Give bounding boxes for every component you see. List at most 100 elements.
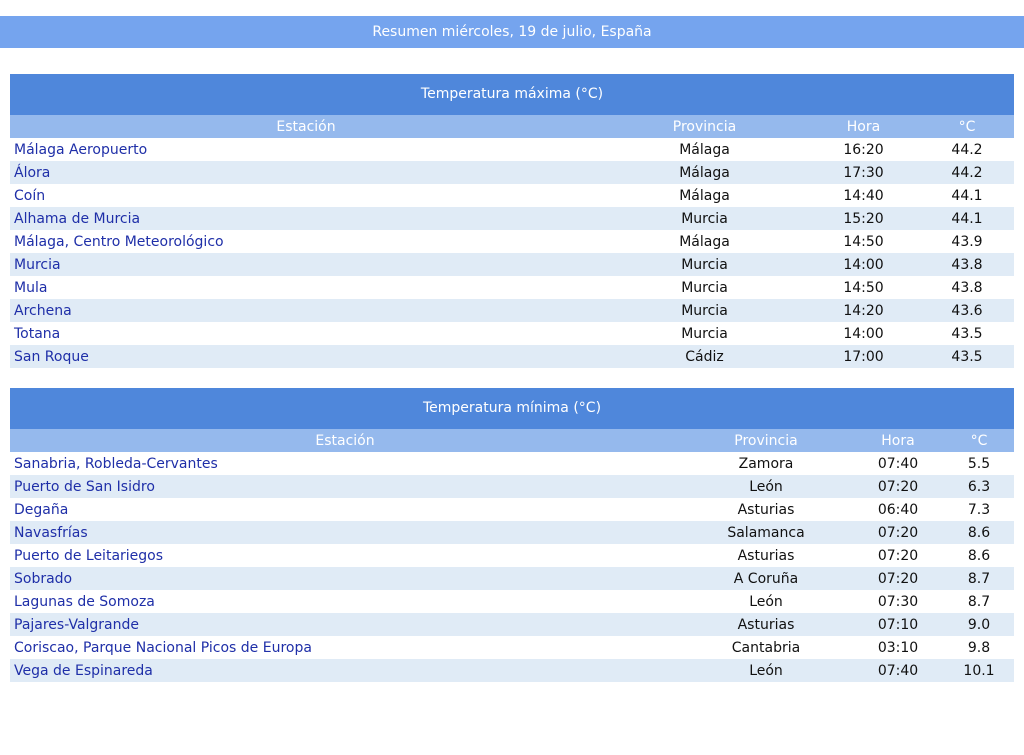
station-link[interactable]: Sanabria, Robleda-Cervantes (14, 456, 218, 472)
temperature-cell: 44.2 (920, 138, 1014, 161)
station-link[interactable]: Vega de Espinareda (14, 663, 153, 679)
table-row: Puerto de Leitariegos Asturias 07:20 8.6 (10, 544, 1014, 567)
time-cell: 07:20 (852, 521, 944, 544)
time-cell: 07:20 (852, 544, 944, 567)
time-cell: 07:40 (852, 659, 944, 682)
station-link[interactable]: Alhama de Murcia (14, 211, 140, 227)
station-cell: Puerto de Leitariegos (10, 544, 680, 567)
station-cell: Sobrado (10, 567, 680, 590)
province-cell: Murcia (602, 253, 807, 276)
time-cell: 03:10 (852, 636, 944, 659)
table-row: Pajares-Valgrande Asturias 07:10 9.0 (10, 613, 1014, 636)
column-header-province: Provincia (602, 115, 807, 138)
table-row: Alhama de Murcia Murcia 15:20 44.1 (10, 207, 1014, 230)
time-cell: 14:20 (807, 299, 920, 322)
column-header-time: Hora (807, 115, 920, 138)
station-link[interactable]: Puerto de Leitariegos (14, 548, 163, 564)
temperature-cell: 8.6 (944, 544, 1014, 567)
table-row: Lagunas de Somoza León 07:30 8.7 (10, 590, 1014, 613)
temperature-cell: 43.8 (920, 276, 1014, 299)
temperature-cell: 9.0 (944, 613, 1014, 636)
table-header-row: Estación Provincia Hora °C (10, 115, 1014, 138)
table-row: Mula Murcia 14:50 43.8 (10, 276, 1014, 299)
column-header-station: Estación (10, 115, 602, 138)
temperature-cell: 43.8 (920, 253, 1014, 276)
table-row: Totana Murcia 14:00 43.5 (10, 322, 1014, 345)
province-cell: Cádiz (602, 345, 807, 368)
station-cell: Álora (10, 161, 602, 184)
table-row: Navasfrías Salamanca 07:20 8.6 (10, 521, 1014, 544)
table-header-row: Estación Provincia Hora °C (10, 429, 1014, 452)
station-cell: Navasfrías (10, 521, 680, 544)
station-link[interactable]: Málaga, Centro Meteorológico (14, 234, 224, 250)
province-cell: Asturias (680, 544, 852, 567)
time-cell: 07:20 (852, 475, 944, 498)
time-cell: 14:00 (807, 322, 920, 345)
station-link[interactable]: Álora (14, 165, 50, 181)
temperature-cell: 8.7 (944, 567, 1014, 590)
temperature-cell: 6.3 (944, 475, 1014, 498)
station-link[interactable]: Lagunas de Somoza (14, 594, 155, 610)
time-cell: 17:30 (807, 161, 920, 184)
temperature-cell: 9.8 (944, 636, 1014, 659)
temperature-cell: 8.6 (944, 521, 1014, 544)
station-cell: Lagunas de Somoza (10, 590, 680, 613)
station-link[interactable]: Degaña (14, 502, 68, 518)
province-cell: Málaga (602, 138, 807, 161)
station-link[interactable]: Málaga Aeropuerto (14, 142, 147, 158)
table-row: Málaga Aeropuerto Málaga 16:20 44.2 (10, 138, 1014, 161)
page-title: Resumen miércoles, 19 de julio, España (0, 16, 1024, 48)
station-cell: Archena (10, 299, 602, 322)
province-cell: Salamanca (680, 521, 852, 544)
station-link[interactable]: San Roque (14, 349, 89, 365)
station-cell: Málaga Aeropuerto (10, 138, 602, 161)
station-cell: Totana (10, 322, 602, 345)
table-row: Málaga, Centro Meteorológico Málaga 14:50 4… (10, 230, 1014, 253)
table-row: Sobrado A Coruña 07:20 8.7 (10, 567, 1014, 590)
province-cell: Asturias (680, 613, 852, 636)
time-cell: 07:20 (852, 567, 944, 590)
table-row: Murcia Murcia 14:00 43.8 (10, 253, 1014, 276)
province-cell: León (680, 659, 852, 682)
province-cell: Asturias (680, 498, 852, 521)
table-row: Archena Murcia 14:20 43.6 (10, 299, 1014, 322)
column-header-time: Hora (852, 429, 944, 452)
station-cell: Mula (10, 276, 602, 299)
min-temperature-table: Temperatura mínima (°C) Estación Provinc… (10, 388, 1014, 682)
station-cell: Coín (10, 184, 602, 207)
station-link[interactable]: Murcia (14, 257, 61, 273)
min-table-title: Temperatura mínima (°C) (10, 388, 1014, 429)
table-row: Degaña Asturias 06:40 7.3 (10, 498, 1014, 521)
station-link[interactable]: Mula (14, 280, 47, 296)
province-cell: Murcia (602, 207, 807, 230)
max-table-title: Temperatura máxima (°C) (10, 74, 1014, 115)
temperature-cell: 44.2 (920, 161, 1014, 184)
temperature-cell: 10.1 (944, 659, 1014, 682)
station-cell: Málaga, Centro Meteorológico (10, 230, 602, 253)
station-link[interactable]: Puerto de San Isidro (14, 479, 155, 495)
time-cell: 15:20 (807, 207, 920, 230)
time-cell: 17:00 (807, 345, 920, 368)
temperature-cell: 43.9 (920, 230, 1014, 253)
station-cell: San Roque (10, 345, 602, 368)
station-link[interactable]: Coín (14, 188, 45, 204)
station-link[interactable]: Pajares-Valgrande (14, 617, 139, 633)
temperature-cell: 5.5 (944, 452, 1014, 475)
temperature-cell: 43.6 (920, 299, 1014, 322)
station-link[interactable]: Navasfrías (14, 525, 88, 541)
time-cell: 14:50 (807, 230, 920, 253)
min-table-body: Sanabria, Robleda-Cervantes Zamora 07:40 5.… (10, 452, 1014, 682)
station-link[interactable]: Archena (14, 303, 72, 319)
temperature-cell: 44.1 (920, 207, 1014, 230)
province-cell: Murcia (602, 276, 807, 299)
station-link[interactable]: Totana (14, 326, 60, 342)
time-cell: 16:20 (807, 138, 920, 161)
station-link[interactable]: Sobrado (14, 571, 72, 587)
station-link[interactable]: Coriscao, Parque Nacional Picos de Europ… (14, 640, 312, 656)
temperature-cell: 8.7 (944, 590, 1014, 613)
table-row: Coín Málaga 14:40 44.1 (10, 184, 1014, 207)
column-header-province: Provincia (680, 429, 852, 452)
max-table-body: Málaga Aeropuerto Málaga 16:20 44.2 Álora Mál… (10, 138, 1014, 368)
province-cell: Murcia (602, 299, 807, 322)
province-cell: León (680, 590, 852, 613)
